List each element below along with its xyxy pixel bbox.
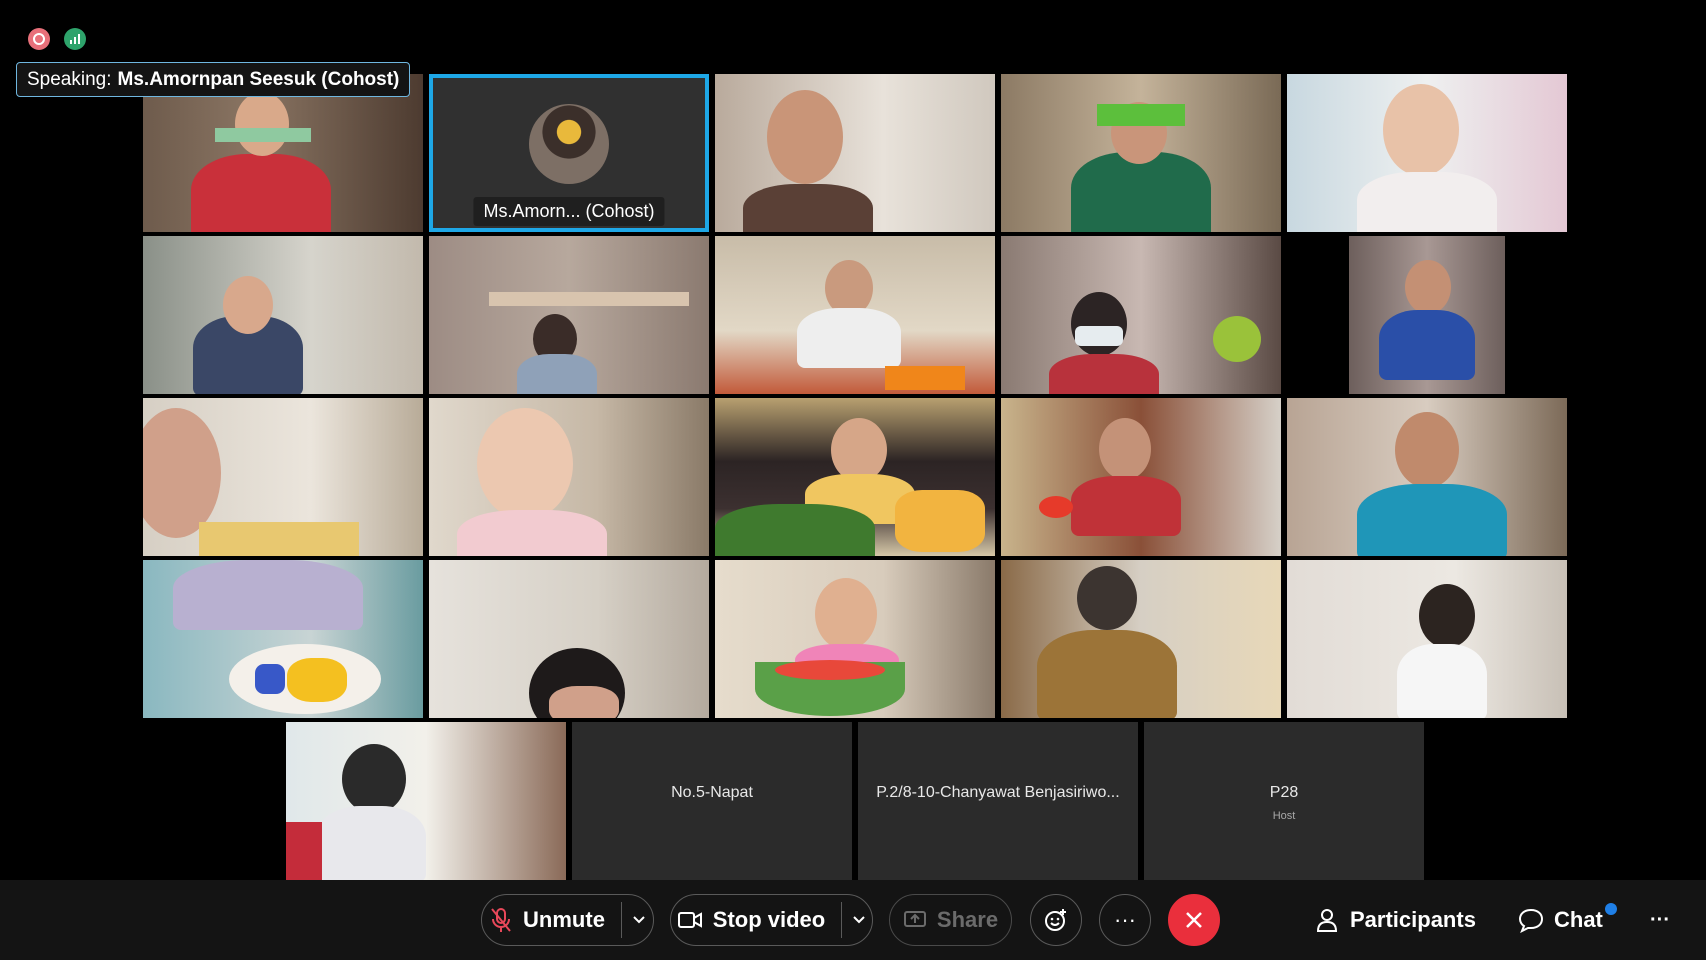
speaking-indicator: Speaking: Ms.Amornpan Seesuk (Cohost) bbox=[16, 62, 411, 97]
video-tile[interactable] bbox=[1287, 236, 1567, 394]
video-tile[interactable] bbox=[715, 560, 995, 718]
video-tile[interactable] bbox=[429, 236, 709, 394]
video-tile[interactable] bbox=[715, 398, 995, 556]
video-tile[interactable] bbox=[286, 722, 566, 880]
stop-video-button[interactable]: Stop video bbox=[670, 894, 873, 946]
video-tile[interactable] bbox=[143, 560, 423, 718]
network-stats-icon[interactable] bbox=[64, 28, 86, 50]
recording-icon[interactable] bbox=[28, 28, 50, 50]
participants-button[interactable]: Participants bbox=[1316, 894, 1476, 946]
overflow-icon: ··· bbox=[1650, 908, 1670, 931]
leave-meeting-button[interactable] bbox=[1168, 894, 1220, 946]
video-tile[interactable] bbox=[429, 560, 709, 718]
unread-badge bbox=[1604, 903, 1617, 915]
mic-muted-icon bbox=[489, 906, 513, 934]
unmute-button[interactable]: Unmute bbox=[481, 894, 654, 946]
speaking-prefix: Speaking: bbox=[27, 68, 112, 90]
video-tile[interactable] bbox=[143, 398, 423, 556]
chat-label: Chat bbox=[1554, 903, 1617, 933]
speaking-name: Ms.Amornpan Seesuk (Cohost) bbox=[117, 68, 400, 90]
video-tile-camera-off[interactable]: No.5-Napat bbox=[572, 722, 852, 880]
video-tile[interactable] bbox=[715, 74, 995, 232]
unmute-label: Unmute bbox=[523, 907, 605, 932]
more-icon: ··· bbox=[1114, 907, 1136, 932]
video-tile-camera-off[interactable]: P.2/8-10-Chanyawat Benjasiriwo... bbox=[858, 722, 1138, 880]
stop-video-label: Stop video bbox=[712, 907, 826, 932]
share-screen-icon bbox=[903, 910, 927, 930]
video-tile[interactable] bbox=[143, 236, 423, 394]
avatar bbox=[529, 104, 609, 184]
share-label: Share bbox=[936, 907, 999, 932]
participants-label: Participants bbox=[1350, 907, 1476, 932]
chat-button[interactable]: Chat bbox=[1518, 894, 1617, 946]
video-tile[interactable] bbox=[1001, 560, 1281, 718]
video-tile-camera-off[interactable]: P28 Host bbox=[1144, 722, 1424, 880]
tile-name-label: No.5-Napat bbox=[671, 784, 753, 801]
chevron-down-icon[interactable] bbox=[852, 915, 866, 925]
status-icons bbox=[28, 28, 86, 50]
video-tile[interactable] bbox=[1001, 74, 1281, 232]
video-tile[interactable] bbox=[715, 236, 995, 394]
video-tile[interactable] bbox=[1287, 74, 1567, 232]
tile-name-label: P28 bbox=[1269, 784, 1299, 801]
video-tile[interactable] bbox=[143, 74, 423, 232]
tile-name-label: Ms.Amorn... (Cohost) bbox=[473, 197, 665, 226]
meeting-toolbar: Unmute Stop video Share ··· Participants… bbox=[0, 880, 1706, 960]
tile-name-label: P.2/8-10-Chanyawat Benjasiriwo... bbox=[876, 784, 1120, 801]
close-icon bbox=[1184, 910, 1204, 930]
tile-role-label: Host bbox=[1272, 810, 1296, 822]
share-button[interactable]: Share bbox=[889, 894, 1012, 946]
chevron-down-icon[interactable] bbox=[632, 915, 646, 925]
more-options-button[interactable]: ··· bbox=[1099, 894, 1151, 946]
overflow-menu-button[interactable]: ··· bbox=[1650, 894, 1670, 946]
video-tile-active-speaker[interactable]: Ms.Amorn... (Cohost) bbox=[429, 74, 709, 232]
person-icon bbox=[1316, 907, 1340, 933]
video-tile[interactable] bbox=[429, 398, 709, 556]
emoji-add-icon bbox=[1043, 907, 1069, 933]
video-tile[interactable] bbox=[1001, 398, 1281, 556]
chat-bubble-icon bbox=[1518, 907, 1544, 933]
video-camera-icon bbox=[677, 910, 703, 930]
reactions-button[interactable] bbox=[1030, 894, 1082, 946]
video-tile[interactable] bbox=[1287, 398, 1567, 556]
video-tile[interactable] bbox=[1001, 236, 1281, 394]
video-tile[interactable] bbox=[1287, 560, 1567, 718]
